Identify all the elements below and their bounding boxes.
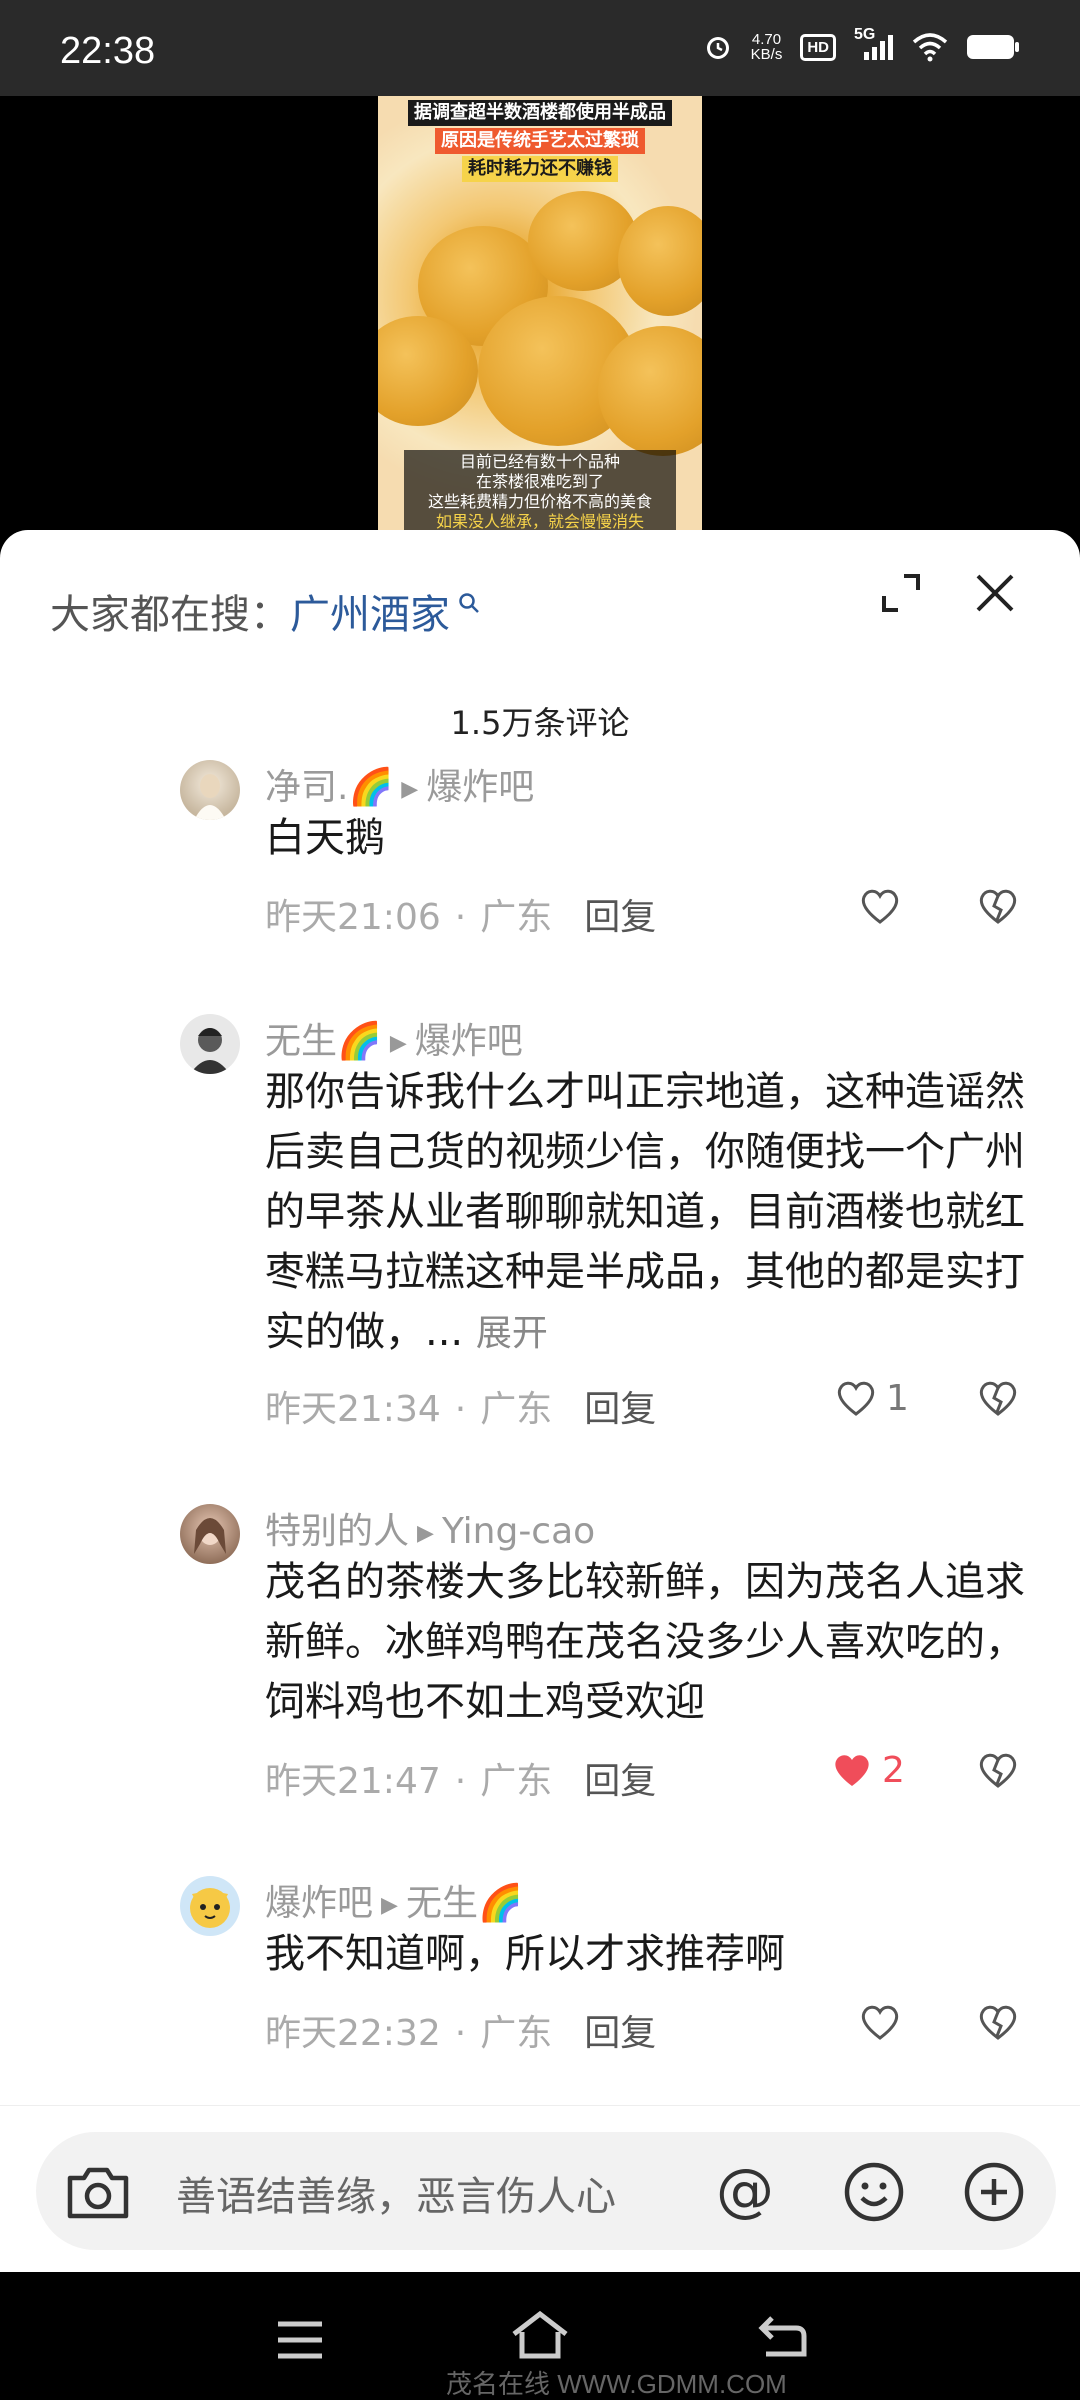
- hd-badge: HD: [800, 33, 836, 61]
- comment-location: 广东: [480, 1389, 553, 1430]
- menu-icon[interactable]: [276, 2320, 324, 2364]
- reply-arrow-icon: ▶: [389, 1030, 407, 1056]
- comment-location: 广东: [480, 897, 553, 938]
- like-count: 1: [886, 1377, 909, 1419]
- expand-icon[interactable]: [878, 570, 924, 616]
- net-speed-unit: KB/s: [750, 46, 783, 63]
- comment-meta: 昨天21:47 · 广东 回复: [265, 1761, 657, 1802]
- camera-icon[interactable]: [64, 2162, 132, 2226]
- signal-icon: 5G: [854, 26, 894, 62]
- mention-button[interactable]: @: [716, 2158, 774, 2222]
- battery-icon: [966, 32, 1020, 62]
- comment-count: 1.5万条评论: [450, 704, 630, 742]
- reply-button[interactable]: 回复: [584, 2013, 656, 2054]
- dislike-icon[interactable]: [976, 1748, 1020, 1796]
- reply-arrow-icon: ▶: [417, 1520, 434, 1546]
- comment-time: 昨天21:34: [265, 1389, 441, 1430]
- like-button[interactable]: [858, 884, 910, 928]
- status-icons: 4.70 KB/s HD 5G: [703, 26, 1020, 62]
- like-button[interactable]: 2: [830, 1748, 905, 1792]
- search-icon: [450, 592, 480, 620]
- dislike-icon[interactable]: [976, 884, 1020, 932]
- like-button[interactable]: 1: [834, 1376, 909, 1420]
- heart-icon: [861, 889, 899, 924]
- username[interactable]: 无生🌈: [265, 1021, 382, 1062]
- comment-username[interactable]: 爆炸吧 ▶ 无生🌈: [265, 1874, 523, 1926]
- subtitle-line: 目前已经有数十个品种: [459, 452, 620, 471]
- reply-arrow-icon: ▶: [401, 776, 419, 802]
- comment-input-bar: 善语结善缘，恶言伤人心 @: [0, 2105, 1080, 2275]
- reply-to-username[interactable]: 爆炸吧: [415, 1021, 523, 1062]
- username[interactable]: 特别的人: [265, 1511, 409, 1552]
- home-icon[interactable]: [510, 2310, 570, 2364]
- heart-icon: [861, 2005, 899, 2040]
- video-player[interactable]: 据调查超半数酒楼都使用半成品 原因是传统手艺太过繁琐 耗时耗力还不赚钱 目前已经…: [0, 96, 1080, 536]
- comment-body: 那你告诉我什么才叫正宗地道，这种造谣然后卖自己货的视频少信，你随便找一个广州的早…: [265, 1069, 1025, 1355]
- video-caption-top: 据调查超半数酒楼都使用半成品 原因是传统手艺太过繁琐 耗时耗力还不赚钱: [378, 100, 702, 182]
- reply-to-username[interactable]: 无生🌈: [406, 1883, 523, 1924]
- reply-button[interactable]: 回复: [584, 1389, 656, 1430]
- caption-line: 原因是传统手艺太过繁琐: [435, 128, 645, 154]
- comment-input-placeholder[interactable]: 善语结善缘，恶言伤人心: [176, 2164, 616, 2222]
- like-button[interactable]: [858, 2000, 910, 2044]
- comment-location: 广东: [480, 2013, 553, 2054]
- status-time: 22:38: [60, 30, 156, 72]
- like-count: 2: [882, 1749, 905, 1791]
- username[interactable]: 净司.🌈: [265, 767, 393, 808]
- caption-line: 耗时耗力还不赚钱: [462, 156, 618, 182]
- avatar[interactable]: [180, 1504, 240, 1564]
- net-speed: 4.70 KB/s: [751, 32, 783, 62]
- reply-to-username[interactable]: Ying-cao: [442, 1511, 595, 1552]
- wifi-icon: [912, 32, 948, 62]
- heart-filled-icon: [835, 1755, 869, 1786]
- comment-meta: 昨天22:32 · 广东 回复: [265, 2013, 657, 2054]
- username[interactable]: 爆炸吧: [265, 1883, 373, 1924]
- dislike-icon[interactable]: [976, 1376, 1020, 1424]
- network-type: 5G: [854, 26, 876, 43]
- comment-text: 那你告诉我什么才叫正宗地道，这种造谣然后卖自己货的视频少信，你随便找一个广州的早…: [265, 1062, 1045, 1364]
- system-nav-bar: 茂名在线 WWW.GDMM.COM: [0, 2272, 1080, 2400]
- avatar[interactable]: [180, 1014, 240, 1074]
- watermark: 茂名在线 WWW.GDMM.COM: [446, 2369, 787, 2399]
- reply-button[interactable]: 回复: [584, 897, 656, 938]
- comment-location: 广东: [480, 1761, 553, 1802]
- comment-username[interactable]: 特别的人 ▶ Ying-cao: [265, 1502, 595, 1554]
- emoji-icon[interactable]: [842, 2160, 906, 2228]
- comment-time: 昨天21:47: [265, 1761, 441, 1802]
- comment-username[interactable]: 无生🌈 ▶ 爆炸吧: [265, 1012, 523, 1064]
- video-thumbnail[interactable]: 据调查超半数酒楼都使用半成品 原因是传统手艺太过繁琐 耗时耗力还不赚钱 目前已经…: [378, 96, 702, 536]
- comment-text: 茂名的茶楼大多比较新鲜，因为茂名人追求新鲜。冰鲜鸡鸭在茂名没多少人喜欢吃的，饲料…: [265, 1559, 1025, 1725]
- avatar[interactable]: [180, 760, 240, 820]
- video-subtitle: 目前已经有数十个品种 在茶楼很难吃到了 这些耗费精力但价格不高的美食 如果没人继…: [404, 450, 676, 532]
- alarm-icon: [703, 32, 733, 62]
- comment-meta: 昨天21:34 · 广东 回复: [265, 1389, 657, 1430]
- comment-text: 我不知道啊，所以才求推荐啊: [265, 1931, 785, 1977]
- expand-text-button[interactable]: 展开: [476, 1313, 548, 1354]
- add-icon[interactable]: [962, 2160, 1026, 2228]
- heart-icon: [837, 1381, 875, 1416]
- comment-meta: 昨天21:06 · 广东 回复: [265, 897, 657, 938]
- reply-to-username[interactable]: 爆炸吧: [426, 767, 534, 808]
- subtitle-line: 在茶楼很难吃到了: [475, 472, 604, 491]
- close-icon[interactable]: [972, 570, 1018, 616]
- status-bar: 22:38 4.70 KB/s HD 5G: [0, 0, 1080, 96]
- comment-time: 昨天22:32: [265, 2013, 441, 2054]
- comment-username[interactable]: 净司.🌈 ▶ 爆炸吧: [265, 758, 534, 810]
- caption-line: 据调查超半数酒楼都使用半成品: [408, 100, 672, 126]
- avatar[interactable]: [180, 1876, 240, 1936]
- back-icon[interactable]: [756, 2314, 808, 2362]
- trending-search[interactable]: 大家都在搜：广州酒家: [50, 582, 480, 640]
- dislike-icon[interactable]: [976, 2000, 1020, 2048]
- comment-input[interactable]: 善语结善缘，恶言伤人心 @: [36, 2132, 1056, 2250]
- reply-arrow-icon: ▶: [381, 1892, 398, 1918]
- trending-search-keyword[interactable]: 广州酒家: [290, 592, 450, 638]
- comment-time: 昨天21:06: [265, 897, 441, 938]
- comments-sheet: 大家都在搜：广州酒家 1.5万条评论 净司.🌈 ▶ 爆炸吧 白天鹅 昨天21:06 ·…: [0, 530, 1080, 2270]
- reply-button[interactable]: 回复: [584, 1761, 656, 1802]
- trending-search-label: 大家都在搜：: [50, 592, 290, 638]
- subtitle-line: 如果没人继承，就会慢慢消失: [435, 512, 644, 531]
- comment-text: 白天鹅: [265, 815, 385, 861]
- subtitle-line: 这些耗费精力但价格不高的美食: [427, 492, 652, 511]
